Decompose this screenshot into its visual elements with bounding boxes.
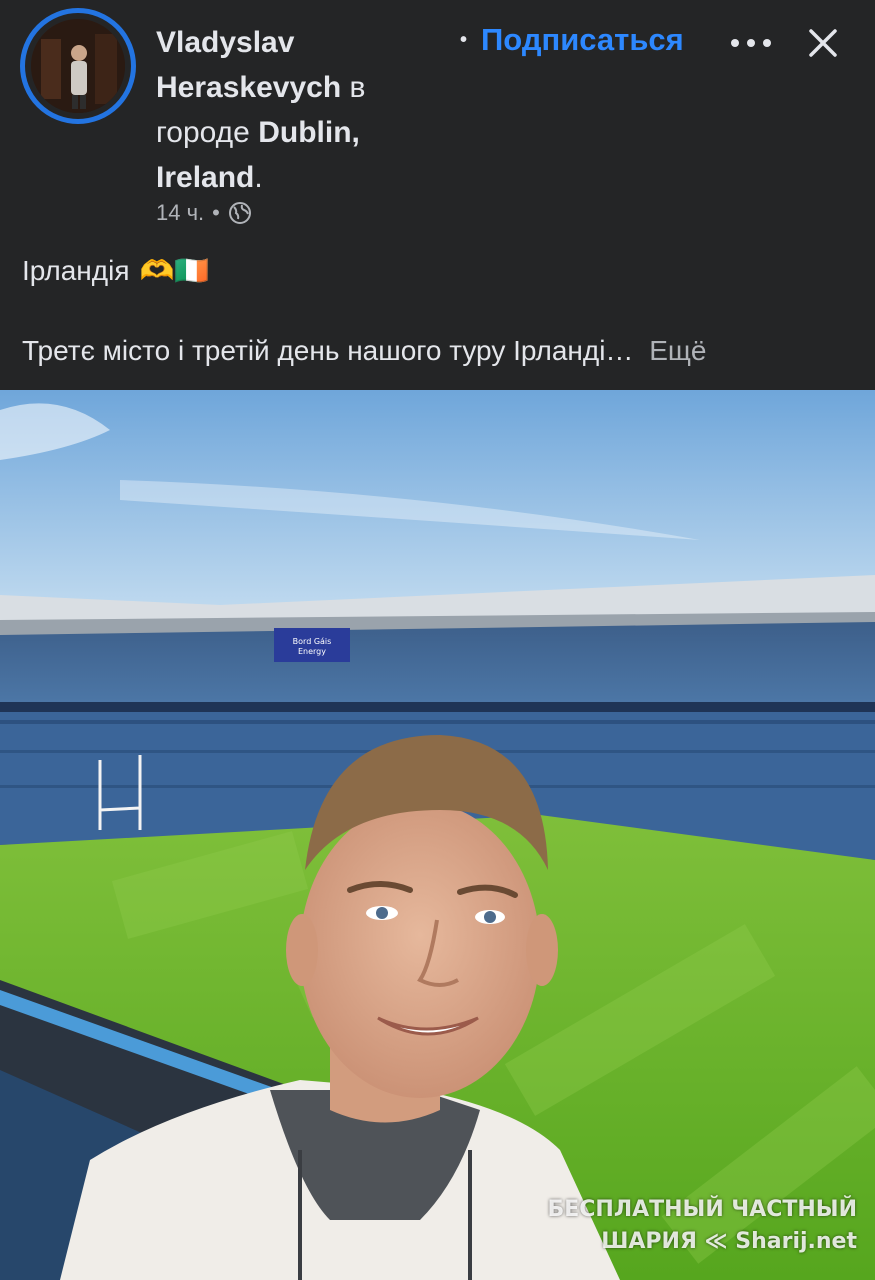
see-more-link[interactable]: Ещё: [649, 335, 706, 366]
location-prefix: в: [349, 71, 366, 104]
post-body: Третє місто і третій день нашого туру Ір…: [22, 335, 707, 367]
subscribe-button[interactable]: • Подписаться: [460, 22, 684, 58]
stadium-board-line2: Energy: [298, 647, 326, 656]
post-header: Vladyslav Heraskevych в городе Dublin, I…: [0, 0, 875, 390]
location-country[interactable]: Ireland: [156, 161, 254, 194]
avatar[interactable]: [20, 8, 136, 124]
globe-icon: [228, 202, 251, 224]
post-title-text: Ірландія: [22, 254, 130, 286]
post-body-text: Третє місто і третій день нашого туру Ір…: [22, 335, 634, 366]
author-line: Vladyslav Heraskevych в городе Dublin, I…: [156, 20, 456, 200]
post-time[interactable]: 14 ч.: [156, 200, 204, 226]
meta-separator: •: [212, 200, 220, 225]
subscribe-dot: •: [460, 28, 468, 51]
post-title: Ірландія 🫶🇮🇪: [22, 254, 209, 287]
stadium-selfie-image: Bord Gáis Energy: [0, 390, 875, 1280]
avatar-image: [31, 19, 125, 113]
location-word: городе: [156, 116, 250, 149]
location-city[interactable]: Dublin,: [258, 116, 360, 149]
post-meta: 14 ч. •: [156, 200, 252, 226]
more-options-icon[interactable]: [728, 28, 774, 58]
watermark-line2: ШАРИЯ ≪ Sharij.net: [601, 1229, 857, 1254]
subscribe-label: Подписаться: [481, 22, 684, 57]
post-photo[interactable]: Bord Gáis Energy БЕСПЛАТНЫЙ ЧАСТНЫЙ ШАРИ…: [0, 390, 875, 1280]
author-name-last[interactable]: Heraskevych: [156, 71, 341, 104]
location-suffix: .: [254, 161, 263, 194]
author-name-first[interactable]: Vladyslav: [156, 26, 294, 59]
post-title-emoji: 🫶🇮🇪: [139, 255, 210, 286]
close-icon[interactable]: [806, 26, 840, 60]
watermark: БЕСПЛАТНЫЙ ЧАСТНЫЙ ШАРИЯ ≪ Sharij.net: [547, 1194, 857, 1258]
stadium-board-line1: Bord Gáis: [293, 637, 332, 646]
watermark-line1: БЕСПЛАТНЫЙ ЧАСТНЫЙ: [547, 1197, 857, 1222]
